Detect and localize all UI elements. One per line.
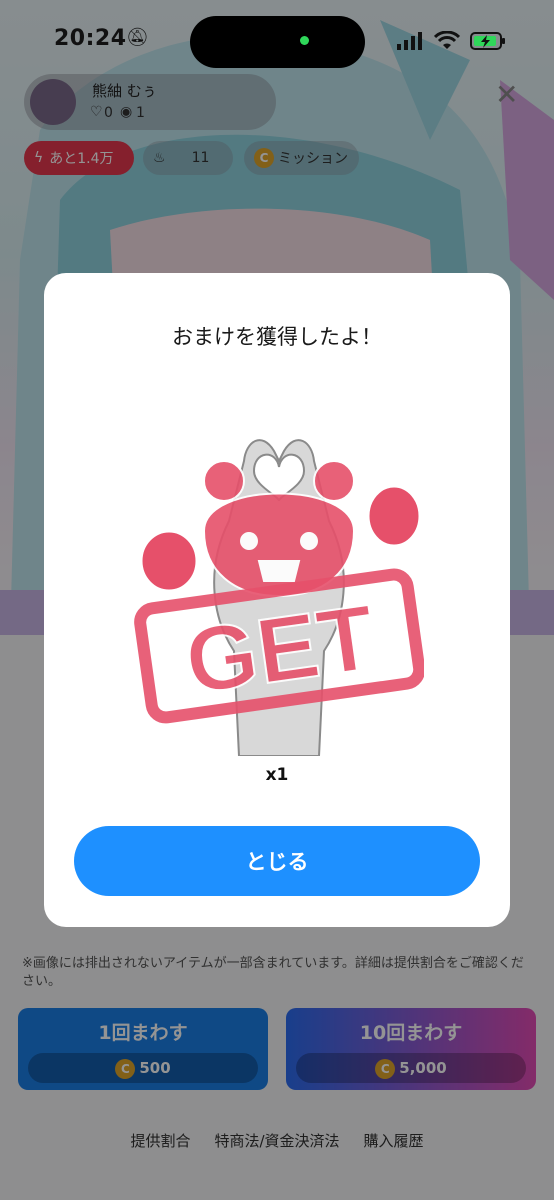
heart-hands-bear-get-stamp: GET (134, 439, 426, 757)
prize-quantity: x1 (265, 765, 289, 785)
close-button[interactable]: とじる (74, 826, 480, 896)
modal-title: おまけを獲得したよ！ (172, 325, 382, 349)
prize-image: GET (134, 401, 426, 757)
get-stamp: GET (134, 568, 426, 724)
status-bar: 20:24 🔕︎ (0, 0, 554, 80)
dynamic-island (190, 16, 365, 68)
battery-charging-icon (470, 32, 505, 50)
camera-indicator-icon (300, 36, 309, 45)
bonus-modal: おまけを獲得したよ！ GET x1 とじる (44, 273, 510, 927)
wifi-icon (434, 31, 460, 49)
silent-bell-icon: 🔕︎ (126, 27, 149, 48)
status-time: 20:24 (54, 26, 127, 51)
signal-icon (397, 32, 422, 50)
